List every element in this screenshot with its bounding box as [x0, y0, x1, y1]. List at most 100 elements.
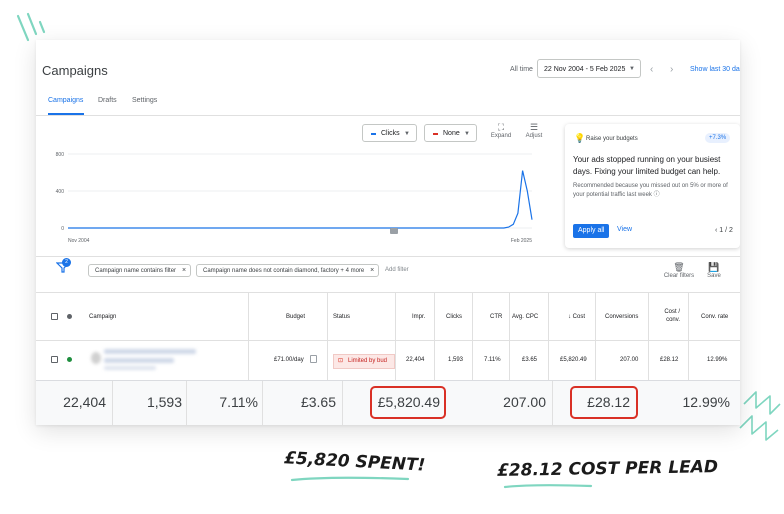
- expand-icon: ⛶: [497, 122, 505, 132]
- recommendation-note-text: Recommended because you missed out on 5%…: [573, 183, 728, 198]
- header-ctr[interactable]: CTR: [490, 313, 502, 321]
- adjust-button[interactable]: ☰ Adjust: [521, 122, 547, 139]
- trash-icon: 🗑: [673, 262, 685, 272]
- cost-per-lead-underline: [503, 484, 593, 489]
- spent-underline: [290, 476, 410, 482]
- add-filter-link[interactable]: Add filter: [385, 267, 409, 273]
- clear-filters-button[interactable]: 🗑 Clear filters: [662, 262, 696, 279]
- campaign-avatar-blurred: [91, 352, 101, 364]
- header-status[interactable]: Status: [333, 313, 350, 321]
- chart-alert-icon: ⊡: [338, 358, 344, 364]
- header-campaign[interactable]: Campaign: [89, 313, 116, 321]
- chevron-left-icon[interactable]: ‹: [650, 64, 653, 75]
- header-clicks[interactable]: Clicks: [446, 313, 462, 321]
- header-conversions[interactable]: Conversions: [605, 313, 638, 321]
- metric2-dropdown[interactable]: None ▼: [424, 124, 477, 142]
- cell-cost: £5,820.49: [560, 357, 587, 363]
- save-icon: 💾: [708, 262, 720, 272]
- show-last-30-days-link[interactable]: Show last 30 da: [690, 66, 740, 73]
- header-cost[interactable]: ↓ Cost: [568, 313, 585, 321]
- campaign-meta-blurred: [104, 366, 156, 370]
- total-cost-conv: £28.12: [587, 394, 630, 410]
- column-divider: [548, 292, 549, 380]
- tab-drafts[interactable]: Drafts: [98, 97, 117, 104]
- totals-divider: [552, 381, 553, 425]
- column-divider: [472, 292, 473, 380]
- column-divider: [434, 292, 435, 380]
- cell-impr: 22,404: [406, 357, 425, 363]
- column-divider: [248, 292, 249, 380]
- save-button[interactable]: 💾 Save: [702, 262, 726, 279]
- filter-button[interactable]: 2: [55, 258, 72, 276]
- pager-text: 1 / 2: [719, 227, 733, 234]
- tab-divider: [36, 115, 740, 116]
- clicks-series-line[interactable]: [68, 170, 533, 229]
- help-icon[interactable]: ⓘ: [654, 192, 660, 198]
- edit-budget-icon[interactable]: [310, 355, 317, 363]
- chevron-down-icon: ▼: [404, 131, 410, 137]
- total-clicks: 1,593: [146, 394, 182, 410]
- status-dot: [67, 357, 72, 362]
- chart-divider: [36, 256, 740, 257]
- recommendation-pager[interactable]: ‹ 1 / 2: [715, 227, 733, 234]
- apply-all-button[interactable]: Apply all: [573, 224, 610, 238]
- chevron-down-icon: ▼: [464, 131, 470, 137]
- close-icon[interactable]: ×: [182, 265, 186, 277]
- annotation-marker-icon[interactable]: [390, 228, 398, 234]
- tab-settings[interactable]: Settings: [132, 97, 157, 104]
- header-impr[interactable]: Impr.: [412, 313, 425, 321]
- cell-clicks: 1,593: [448, 357, 464, 363]
- clear-filters-label: Clear filters: [663, 273, 695, 279]
- view-link[interactable]: View: [617, 226, 632, 233]
- recommendation-note: Recommended because you missed out on 5%…: [573, 182, 739, 200]
- filter-chip-2[interactable]: Campaign name does not contain diamond, …: [196, 264, 380, 277]
- status-badge[interactable]: ⊡ Limited by bud: [333, 354, 395, 369]
- total-cost: £5,820.49: [377, 394, 440, 410]
- totals-divider: [342, 381, 343, 425]
- column-divider: [327, 292, 328, 380]
- header-cost-conv[interactable]: Cost / conv.: [662, 308, 680, 324]
- chevron-left-icon[interactable]: ‹: [715, 227, 717, 234]
- cell-ctr: 7.11%: [484, 357, 501, 363]
- header-conv-rate[interactable]: Conv. rate: [701, 313, 728, 321]
- header-budget[interactable]: Budget: [286, 313, 305, 321]
- row-checkbox[interactable]: [51, 356, 58, 363]
- all-time-label: All time: [510, 66, 533, 73]
- campaign-name-blurred[interactable]: [104, 349, 196, 354]
- metric1-dropdown[interactable]: Clicks ▼: [362, 124, 417, 142]
- select-all-checkbox[interactable]: [51, 313, 58, 320]
- date-range-text: 22 Nov 2004 - 5 Feb 2025: [544, 66, 626, 73]
- close-icon[interactable]: ×: [370, 265, 374, 277]
- date-range-picker[interactable]: 22 Nov 2004 - 5 Feb 2025 ▼: [537, 59, 641, 78]
- cell-conversions: 207.00: [620, 357, 639, 363]
- expand-button[interactable]: ⛶ Expand: [489, 122, 513, 139]
- status-header-dot: [67, 314, 72, 319]
- page-title: Campaigns: [42, 63, 108, 78]
- cost-per-lead-annotation: £28.12 COST PER LEAD: [496, 457, 719, 481]
- cell-conv-rate: 12.99%: [707, 357, 728, 363]
- filter-chip-1[interactable]: Campaign name contains filter ×: [88, 264, 192, 277]
- header-cost-conv-line2: conv.: [666, 317, 680, 323]
- column-divider: [509, 292, 510, 380]
- campaign-type-blurred: [104, 358, 174, 363]
- lightbulb-icon: 💡: [574, 133, 586, 143]
- recommendation-body: Your ads stopped running on your busiest…: [573, 155, 721, 176]
- cell-cost-conv: £28.12: [660, 357, 679, 363]
- total-conversions: 207.00: [503, 394, 546, 410]
- filter-count-badge: 2: [62, 258, 71, 267]
- y-tick-label: 800: [56, 152, 65, 158]
- totals-row: 22,404 1,593 7.11% £3.65 £5,820.49 207.0…: [36, 380, 740, 425]
- tab-campaigns[interactable]: Campaigns: [48, 97, 83, 104]
- total-conv-rate: 12.99%: [682, 394, 730, 410]
- clicks-chart: 800 400 0 Nov 2004 Feb 2025: [56, 152, 533, 244]
- expand-label: Expand: [490, 133, 512, 139]
- column-divider: [688, 292, 689, 380]
- chevron-right-icon[interactable]: ›: [670, 64, 673, 75]
- header-avg-cpc[interactable]: Avg. CPC: [512, 313, 538, 321]
- metric2-label: None: [443, 130, 460, 137]
- y-tick-label: 400: [56, 189, 65, 195]
- sliders-icon: ☰: [529, 122, 539, 132]
- x-tick-label: Feb 2025: [511, 238, 532, 244]
- metric2-color-swatch: [433, 133, 438, 135]
- x-tick-label: Nov 2004: [68, 238, 90, 244]
